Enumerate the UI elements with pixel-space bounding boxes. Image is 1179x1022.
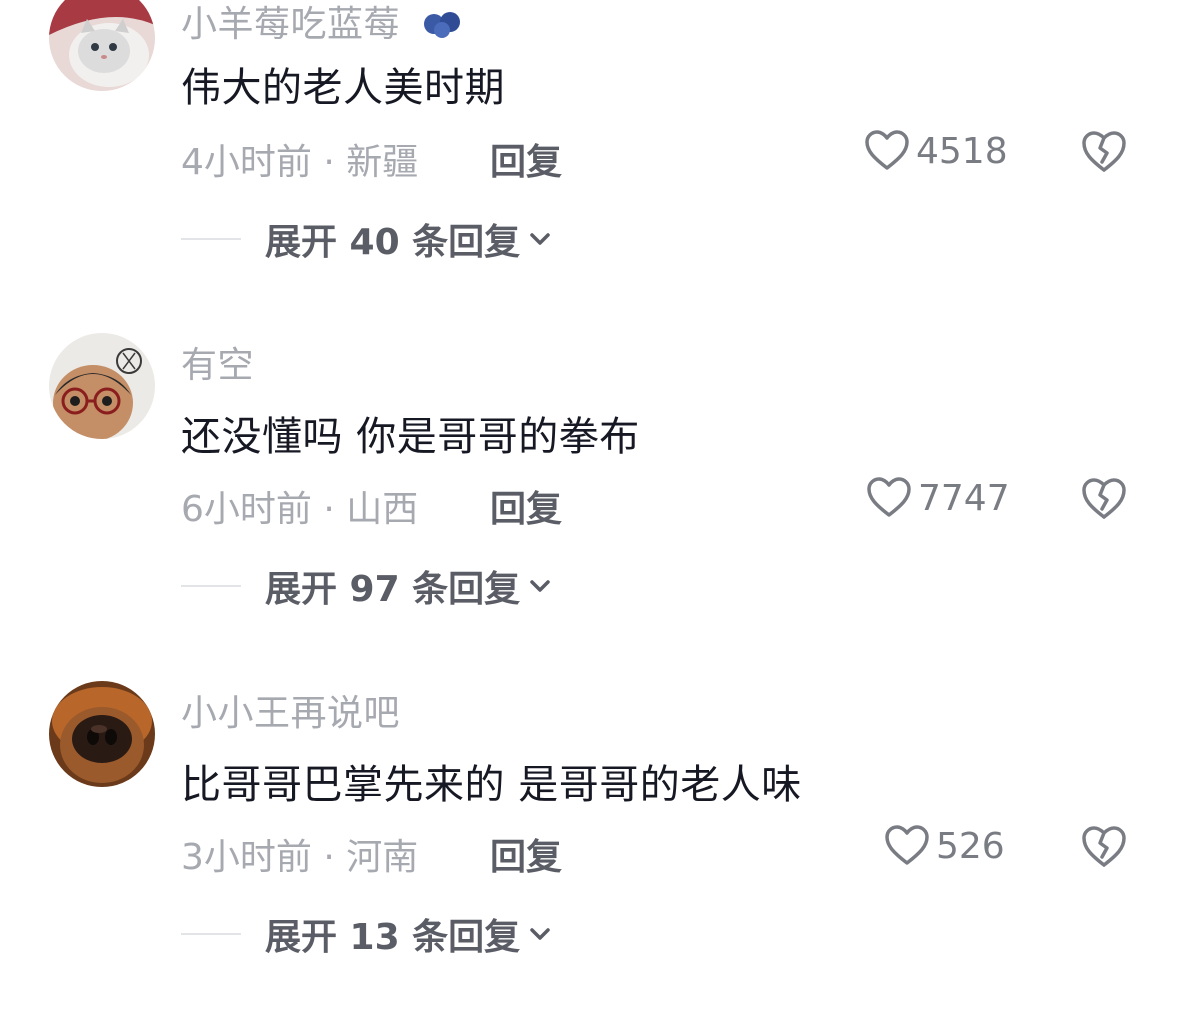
blueberry-emoji-icon (422, 6, 466, 47)
dog-avatar-icon (49, 681, 155, 787)
divider-line (181, 585, 241, 587)
username[interactable]: 有空 (181, 336, 254, 388)
comment-list: 小羊莓吃蓝莓 伟大的老人美时期 4小时前 · 新疆 回复 4518 展开 40 … (0, 0, 1179, 1022)
dislike-button[interactable] (1080, 128, 1128, 176)
expand-replies-label: 展开 97 条回复 (265, 569, 521, 610)
glasses-avatar-icon (49, 333, 155, 439)
chevron-down-icon (530, 580, 550, 592)
username[interactable]: 小羊莓吃蓝莓 (181, 0, 466, 47)
like-button[interactable]: 526 (884, 823, 1005, 869)
comment-meta: 6小时前 · 山西 (181, 489, 419, 530)
comment-text: 比哥哥巴掌先来的 是哥哥的老人味 (181, 762, 802, 808)
comment-item: 小小王再说吧 比哥哥巴掌先来的 是哥哥的老人味 3小时前 · 河南 回复 526… (0, 678, 1179, 978)
avatar[interactable] (49, 681, 155, 787)
expand-replies-label: 展开 40 条回复 (265, 222, 521, 263)
heart-outline-icon (885, 825, 929, 865)
dislike-button[interactable] (1080, 475, 1128, 523)
comment-text: 还没懂吗 你是哥哥的拳布 (181, 414, 640, 460)
reply-button[interactable]: 回复 (490, 828, 562, 880)
reply-button[interactable]: 回复 (490, 480, 562, 532)
broken-heart-icon (1082, 826, 1126, 867)
chevron-down-icon (530, 233, 550, 245)
comment-meta: 4小时前 · 新疆 (181, 142, 419, 183)
avatar[interactable] (49, 0, 155, 91)
comment-item: 小羊莓吃蓝莓 伟大的老人美时期 4小时前 · 新疆 回复 4518 展开 40 … (0, 0, 1179, 265)
broken-heart-icon (1082, 131, 1126, 172)
divider-line (181, 238, 241, 240)
like-count: 4518 (916, 130, 1008, 172)
expand-replies-label: 展开 13 条回复 (265, 917, 521, 958)
expand-replies-button[interactable]: 展开 40 条回复 (181, 213, 554, 265)
cat-avatar-icon (49, 0, 155, 91)
chevron-down-icon (530, 928, 550, 940)
divider-line (181, 933, 241, 935)
broken-heart-icon (1082, 478, 1126, 519)
like-button[interactable]: 4518 (864, 128, 1008, 174)
avatar[interactable] (49, 333, 155, 439)
expand-replies-button[interactable]: 展开 13 条回复 (181, 908, 554, 960)
like-button[interactable]: 7747 (866, 475, 1010, 521)
username[interactable]: 小小王再说吧 (181, 684, 400, 736)
expand-replies-button[interactable]: 展开 97 条回复 (181, 560, 554, 612)
like-count: 526 (936, 825, 1005, 867)
like-count: 7747 (918, 477, 1010, 519)
comment-item: 有空 还没懂吗 你是哥哥的拳布 6小时前 · 山西 回复 7747 展开 97 … (0, 330, 1179, 630)
heart-outline-icon (867, 477, 911, 517)
dislike-button[interactable] (1080, 823, 1128, 871)
comment-text: 伟大的老人美时期 (181, 65, 505, 111)
heart-outline-icon (865, 130, 909, 170)
comment-meta: 3小时前 · 河南 (181, 837, 419, 878)
reply-button[interactable]: 回复 (490, 133, 562, 185)
